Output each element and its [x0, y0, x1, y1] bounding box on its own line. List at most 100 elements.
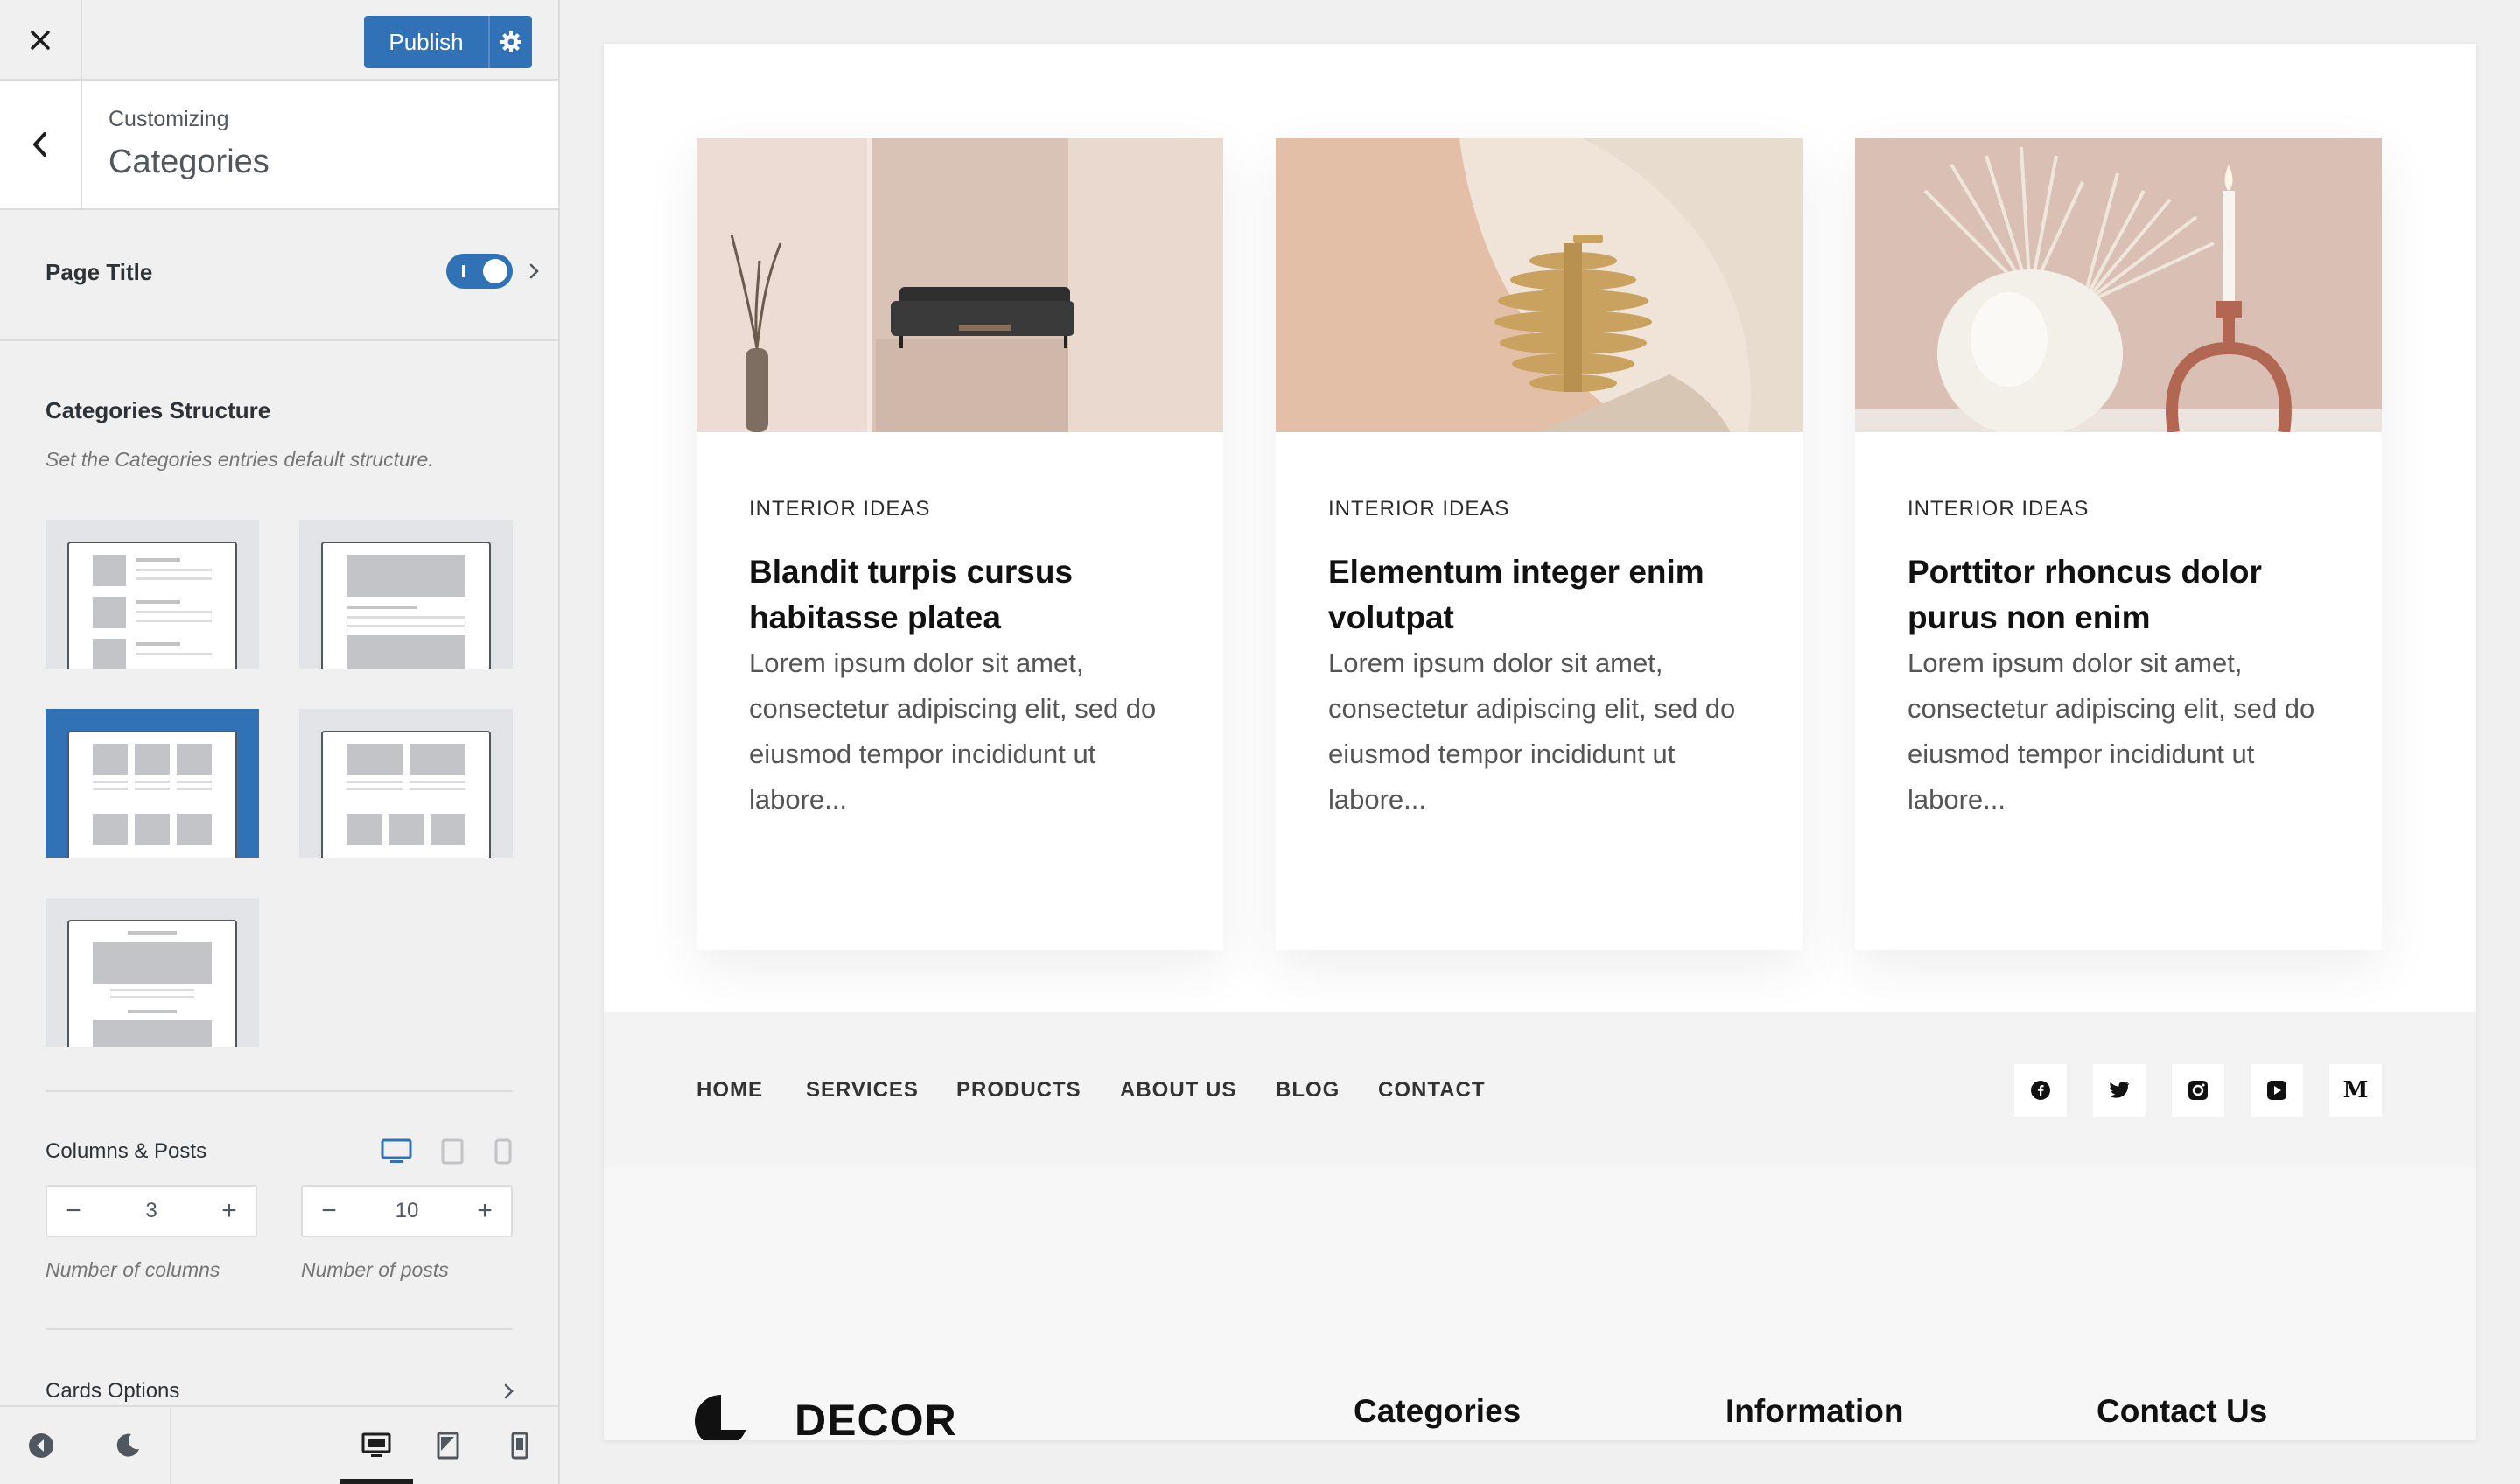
preview-desktop-button[interactable] [340, 1407, 413, 1484]
post-excerpt: Lorem ipsum dolor sit amet, consectetur … [1908, 648, 2315, 815]
classic-layout-icon [321, 542, 491, 668]
footer-nav-bar: HOME SERVICES PRODUCTS ABOUT US BLOG CON… [604, 1012, 2476, 1167]
posts-increase-button[interactable]: + [458, 1186, 511, 1236]
cards-options-label[interactable]: Cards Options [46, 1379, 179, 1404]
publish-group: Publish [364, 16, 532, 68]
chevron-right-icon[interactable] [499, 1381, 518, 1402]
youtube-icon [2267, 1081, 2286, 1100]
posts-help-text: Number of posts [301, 1258, 449, 1281]
divider [170, 1407, 172, 1484]
layout-option-list[interactable] [46, 520, 259, 668]
footer-heading-information: Information [1726, 1393, 1904, 1429]
post-image-brass-lamp[interactable] [1276, 138, 1802, 432]
customizer-footer [0, 1405, 558, 1484]
post-card[interactable]: INTERIOR IDEAS Elementum integer enim vo… [1276, 138, 1802, 950]
page-title-row: Page Title [0, 210, 558, 341]
posts-stepper[interactable]: − 10 + [301, 1185, 513, 1237]
customizer-header: Publish [0, 0, 558, 80]
footer-nav-blog[interactable]: BLOG [1276, 1078, 1340, 1102]
tablet-icon[interactable] [439, 1138, 466, 1166]
desktop-icon[interactable] [380, 1138, 413, 1166]
publish-button[interactable]: Publish [364, 16, 488, 68]
twitter-link[interactable] [2093, 1064, 2146, 1116]
active-device-indicator [340, 1479, 413, 1484]
chevron-right-icon[interactable] [523, 261, 544, 282]
columns-increase-button[interactable]: + [203, 1186, 256, 1236]
gear-icon [500, 32, 522, 52]
columns-posts-label: Columns & Posts [46, 1139, 207, 1163]
enhanced-grid-layout-icon [321, 731, 491, 858]
columns-stepper[interactable]: − 3 + [46, 1185, 257, 1237]
publish-settings-button[interactable] [488, 16, 532, 68]
page-title-toggle[interactable] [446, 254, 513, 289]
mobile-icon [511, 1432, 528, 1460]
twitter-icon [2109, 1081, 2129, 1098]
facebook-icon [2031, 1081, 2050, 1100]
structure-description: Set the Categories entries default struc… [46, 448, 434, 471]
section-title: Categories [108, 144, 270, 180]
youtube-link[interactable] [2250, 1064, 2303, 1116]
post-category[interactable]: INTERIOR IDEAS [749, 497, 930, 522]
desktop-icon [361, 1432, 391, 1457]
layout-option-cover[interactable] [46, 898, 259, 1046]
layout-option-grid[interactable] [46, 709, 259, 858]
list-layout-icon [67, 542, 237, 668]
footer-nav-about-us[interactable]: ABOUT US [1120, 1078, 1236, 1102]
divider [46, 1090, 513, 1092]
post-excerpt: Lorem ipsum dolor sit amet, consectetur … [749, 648, 1157, 815]
footer-nav-home[interactable]: HOME [696, 1078, 763, 1102]
medium-icon: M [2342, 1077, 2369, 1103]
footer-heading-categories: Categories [1354, 1393, 1522, 1429]
mobile-icon[interactable] [492, 1138, 514, 1166]
preview-mobile-button[interactable] [486, 1407, 553, 1484]
divider [46, 1328, 513, 1330]
footer-heading-contact-us: Contact Us [2096, 1393, 2268, 1429]
collapse-icon [29, 1433, 53, 1458]
post-image-vase-candle[interactable] [1855, 138, 2382, 432]
layout-option-classic[interactable] [299, 520, 513, 668]
decor-logo-icon[interactable] [695, 1386, 765, 1440]
instagram-link[interactable] [2172, 1064, 2224, 1116]
moon-icon [116, 1433, 139, 1457]
footer-nav-contact[interactable]: CONTACT [1378, 1078, 1486, 1102]
layout-option-enhanced-grid[interactable] [299, 709, 513, 858]
post-title[interactable]: Porttitor rhoncus dolor purus non enim [1908, 550, 2345, 640]
grid-layout-icon [67, 731, 237, 858]
structure-title: Categories Structure [46, 397, 271, 424]
posts-value[interactable]: 10 [355, 1186, 458, 1236]
facebook-link[interactable] [2014, 1064, 2067, 1116]
medium-link[interactable]: M [2329, 1064, 2382, 1116]
site-preview: INTERIOR IDEAS Blandit turpis cursus hab… [604, 44, 2476, 1440]
post-card[interactable]: INTERIOR IDEAS Porttitor rhoncus dolor p… [1855, 138, 2382, 950]
footer-main: DECOR Categories Information Contact Us [604, 1167, 2476, 1440]
posts-decrease-button[interactable]: − [303, 1186, 355, 1236]
post-category[interactable]: INTERIOR IDEAS [1328, 497, 1509, 522]
customizer-sidebar: Publish Customizing Categories Page Titl… [0, 0, 560, 1484]
post-card[interactable]: INTERIOR IDEAS Blandit turpis cursus hab… [696, 138, 1223, 950]
customizing-label: Customizing [108, 107, 229, 131]
back-button[interactable] [0, 80, 82, 208]
tablet-icon [437, 1432, 459, 1460]
dark-mode-button[interactable] [93, 1407, 163, 1484]
columns-value[interactable]: 3 [100, 1186, 203, 1236]
columns-decrease-button[interactable]: − [47, 1186, 100, 1236]
toggle-knob [483, 259, 508, 284]
post-title[interactable]: Elementum integer enim volutpat [1328, 550, 1766, 640]
preview-tablet-button[interactable] [413, 1407, 483, 1484]
post-image-living-room[interactable] [696, 138, 1223, 432]
section-header: Customizing Categories [0, 80, 558, 210]
post-excerpt: Lorem ipsum dolor sit amet, consectetur … [1328, 648, 1736, 815]
columns-help-text: Number of columns [46, 1258, 220, 1281]
post-title[interactable]: Blandit turpis cursus habitasse platea [749, 550, 1186, 640]
footer-nav-products[interactable]: PRODUCTS [956, 1078, 1082, 1102]
instagram-icon [2188, 1081, 2208, 1100]
cover-layout-icon [67, 920, 237, 1046]
logo-text[interactable]: DECOR [794, 1395, 957, 1440]
toggle-on-mark [462, 265, 465, 277]
post-category[interactable]: INTERIOR IDEAS [1908, 497, 2089, 522]
page-title-label: Page Title [46, 259, 153, 285]
close-customizer-button[interactable] [0, 0, 82, 80]
footer-nav-services[interactable]: SERVICES [806, 1078, 919, 1102]
chevron-left-icon [33, 132, 46, 157]
hide-controls-button[interactable] [0, 1407, 82, 1484]
